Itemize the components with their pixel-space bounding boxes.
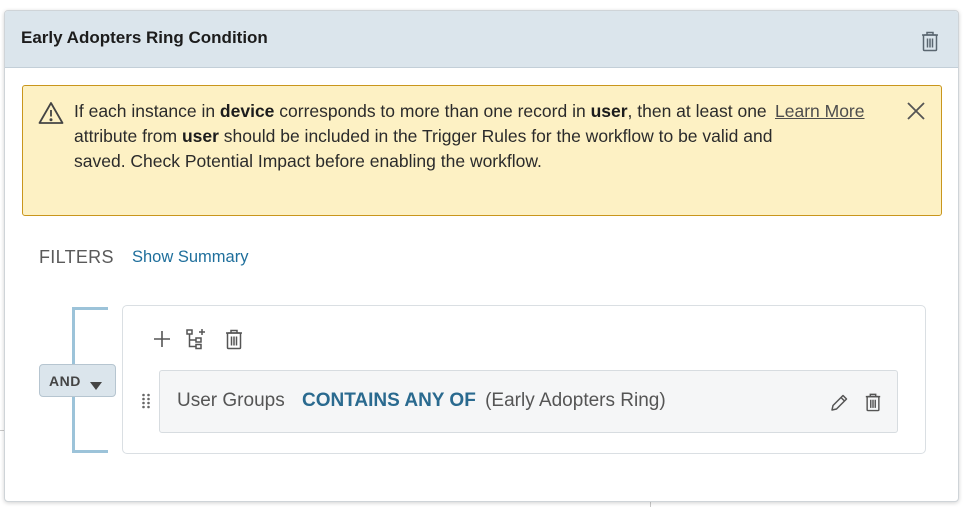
filter-rule[interactable]: User Groups CONTAINS ANY OF (Early Adopt… [159, 370, 898, 433]
card-title: Early Adopters Ring Condition [21, 28, 268, 47]
rule-field: User Groups [177, 390, 285, 411]
trash-icon[interactable] [920, 30, 940, 52]
rule-value: (Early Adopters Ring) [485, 390, 666, 411]
trash-icon[interactable] [864, 392, 882, 412]
caret-down-icon [90, 377, 102, 390]
pencil-icon[interactable] [829, 393, 849, 413]
filter-group: User Groups CONTAINS ANY OF (Early Adopt… [122, 305, 926, 454]
plus-icon[interactable] [151, 328, 173, 350]
show-summary-link[interactable]: Show Summary [132, 248, 248, 267]
card-header: Early Adopters Ring Condition [5, 11, 958, 68]
alert-message: If each instance in device corresponds t… [74, 101, 773, 171]
trash-icon[interactable] [224, 328, 246, 350]
rule-operator: CONTAINS ANY OF [301, 390, 476, 411]
learn-more-link[interactable]: Learn More [775, 99, 865, 124]
warning-alert: If each instance in device corresponds t… [22, 85, 942, 216]
warning-triangle-icon [38, 101, 64, 125]
logical-operator-dropdown[interactable]: AND [39, 364, 116, 397]
close-icon[interactable] [907, 102, 925, 120]
operator-label: AND [49, 373, 81, 389]
condition-card: Early Adopters Ring Condition If each in… [4, 10, 959, 502]
drag-handle-icon[interactable] [141, 393, 151, 409]
filters-heading: FILTERS [39, 247, 114, 267]
rule-expression: User Groups CONTAINS ANY OF (Early Adopt… [177, 390, 666, 412]
add-subgroup-icon[interactable] [185, 328, 207, 350]
